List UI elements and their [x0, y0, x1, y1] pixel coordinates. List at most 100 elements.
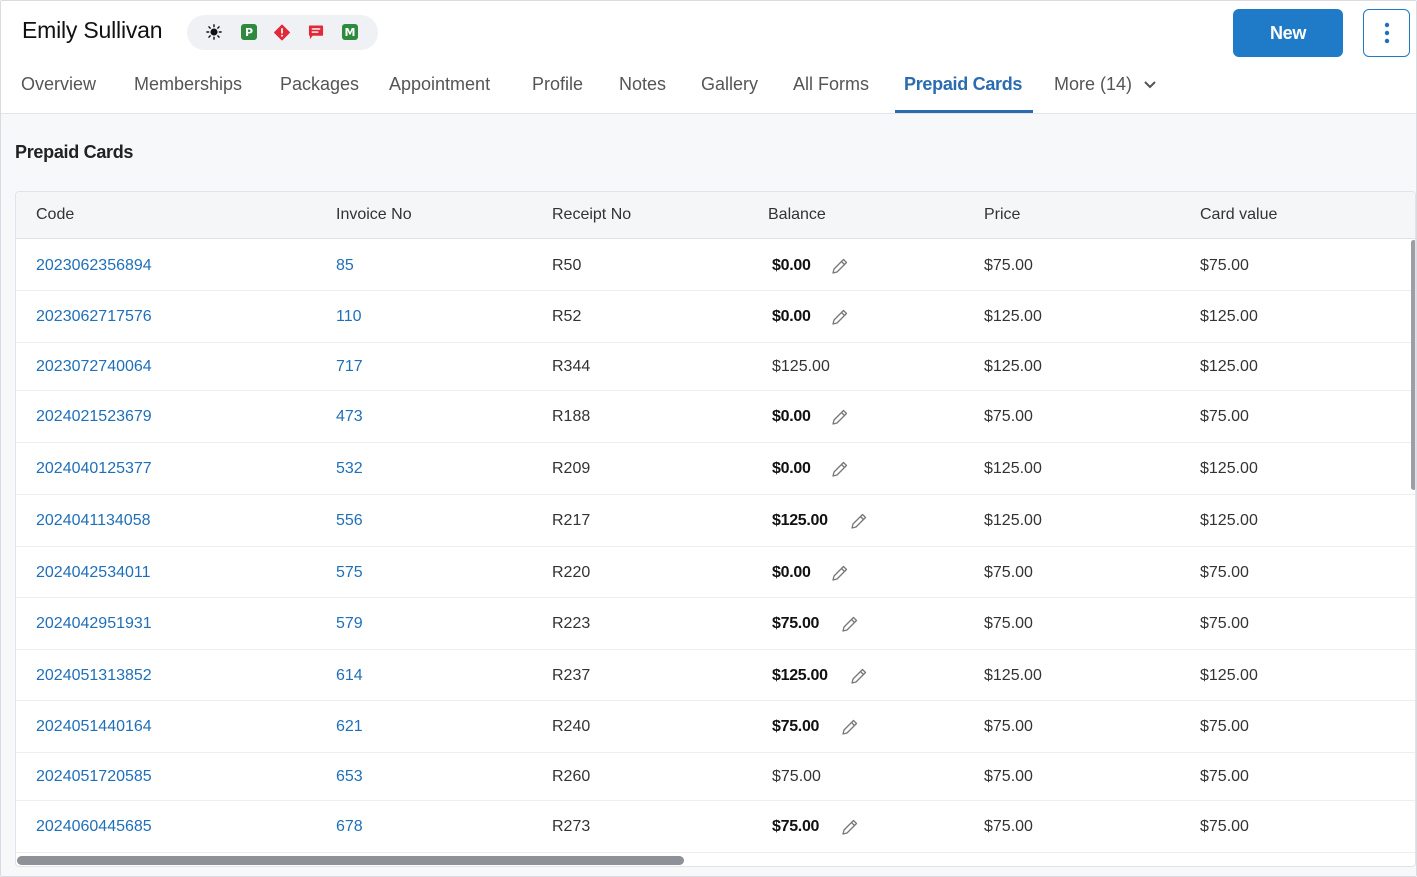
card-value: $75.00: [1200, 718, 1249, 735]
tab-packages[interactable]: Packages: [280, 74, 359, 95]
table-row: 2024021523679 473 R188 $0.00 $75.00 $75.00: [16, 391, 1415, 443]
column-header-balance[interactable]: Balance: [768, 206, 826, 224]
invoice-no-link[interactable]: 717: [336, 358, 363, 376]
card-code-link[interactable]: 2024021523679: [36, 408, 152, 426]
tab-notes[interactable]: Notes: [619, 74, 666, 95]
table-row: 2024040125377 532 R209 $0.00 $125.00 $125.00: [16, 443, 1415, 495]
table-row: 2023062356894 85 R50 $0.00 $75.00 $75.00: [16, 240, 1415, 291]
edit-balance-pencil-icon[interactable]: [830, 459, 850, 479]
receipt-no: R188: [552, 408, 591, 425]
table-row: 2024051440164 621 R240 $75.00 $75.00 $75.00: [16, 701, 1415, 753]
receipt-no: R344: [552, 358, 591, 375]
invoice-no-link[interactable]: 85: [336, 257, 354, 275]
card-code-link[interactable]: 2024041134058: [36, 512, 151, 530]
edit-balance-pencil-icon[interactable]: [830, 563, 850, 583]
column-header-price[interactable]: Price: [984, 206, 1020, 224]
invoice-no-link[interactable]: 473: [336, 408, 363, 426]
tab-overview[interactable]: Overview: [21, 74, 96, 95]
invoice-no-link[interactable]: 110: [336, 308, 362, 326]
tab-all-forms[interactable]: All Forms: [793, 74, 869, 95]
column-header-receipt-no[interactable]: Receipt No: [552, 206, 631, 224]
balance-value: $0.00: [772, 257, 811, 274]
customer-badges: P M: [187, 15, 378, 50]
m-badge-icon[interactable]: M: [342, 24, 358, 40]
price-value: $75.00: [984, 615, 1033, 632]
balance-value: $0.00: [772, 564, 811, 581]
price-value: $125.00: [984, 308, 1042, 325]
card-value: $125.00: [1200, 667, 1258, 684]
invoice-no-link[interactable]: 556: [336, 512, 363, 530]
invoice-no-link[interactable]: 579: [336, 615, 363, 633]
edit-balance-pencil-icon[interactable]: [849, 511, 869, 531]
receipt-no: R240: [552, 718, 591, 735]
message-icon[interactable]: [308, 24, 324, 40]
card-code-link[interactable]: 2024051720585: [36, 768, 152, 786]
table-row: 2024042951931 579 R223 $75.00 $75.00 $75.00: [16, 598, 1415, 650]
card-code-link[interactable]: 2024051313852: [36, 667, 152, 685]
card-code-link[interactable]: 2024042951931: [36, 615, 152, 633]
tab-profile[interactable]: Profile: [532, 74, 583, 95]
card-value: $75.00: [1200, 818, 1249, 835]
invoice-no-link[interactable]: 614: [336, 667, 363, 685]
tab-gallery[interactable]: Gallery: [701, 74, 758, 95]
card-value: $125.00: [1200, 308, 1258, 325]
card-code-link[interactable]: 2024040125377: [36, 460, 152, 478]
card-code-link[interactable]: 2024042534011: [36, 564, 151, 582]
table-header: Code Invoice No Receipt No Balance Price…: [16, 192, 1415, 239]
edit-balance-pencil-icon[interactable]: [830, 407, 850, 427]
edit-balance-pencil-icon[interactable]: [849, 666, 869, 686]
table-row: 2024041134058 556 R217 $125.00 $125.00 $125.0…: [16, 495, 1415, 547]
new-button[interactable]: New: [1233, 9, 1343, 57]
card-value: $75.00: [1200, 615, 1249, 632]
balance-value: $0.00: [772, 408, 811, 425]
card-code-link[interactable]: 2024051440164: [36, 718, 152, 736]
card-code-link[interactable]: 2024060445685: [36, 818, 152, 836]
invoice-no-link[interactable]: 621: [336, 718, 363, 736]
column-header-code[interactable]: Code: [36, 206, 74, 224]
column-header-card-value[interactable]: Card value: [1200, 206, 1277, 224]
receipt-no: R217: [552, 512, 591, 529]
receipt-no: R209: [552, 460, 591, 477]
tab-more[interactable]: More (14): [1054, 74, 1157, 95]
edit-balance-pencil-icon[interactable]: [840, 717, 860, 737]
tab-memberships[interactable]: Memberships: [134, 74, 242, 95]
vertical-dots-icon: [1384, 22, 1389, 44]
sun-icon[interactable]: [206, 24, 222, 40]
balance-value: $0.00: [772, 460, 811, 477]
customer-header: Emily Sullivan P M New Overview Membersh…: [1, 1, 1416, 114]
p-badge-icon[interactable]: P: [241, 24, 257, 40]
price-value: $75.00: [984, 718, 1033, 735]
card-value: $75.00: [1200, 564, 1249, 581]
tab-more-label: More (14): [1054, 74, 1133, 94]
receipt-no: R50: [552, 257, 582, 274]
price-value: $125.00: [984, 667, 1042, 684]
alert-icon[interactable]: [274, 24, 290, 40]
receipt-no: R220: [552, 564, 591, 581]
horizontal-scrollbar[interactable]: [16, 852, 1415, 866]
invoice-no-link[interactable]: 532: [336, 460, 363, 478]
edit-balance-pencil-icon[interactable]: [840, 817, 860, 837]
receipt-no: R52: [552, 308, 582, 325]
tab-bar: Overview Memberships Packages Appointmen…: [1, 66, 1201, 114]
invoice-no-link[interactable]: 653: [336, 768, 363, 786]
horizontal-scrollbar-thumb[interactable]: [17, 856, 684, 865]
invoice-no-link[interactable]: 575: [336, 564, 363, 582]
invoice-no-link[interactable]: 678: [336, 818, 363, 836]
card-value: $125.00: [1200, 358, 1258, 375]
table-row: 2024051313852 614 R237 $125.00 $125.00 $125.0…: [16, 650, 1415, 701]
price-value: $75.00: [984, 768, 1033, 785]
tab-prepaid-cards[interactable]: Prepaid Cards: [904, 74, 1022, 95]
balance-value: $125.00: [772, 512, 828, 529]
price-value: $125.00: [984, 460, 1042, 477]
column-header-invoice-no[interactable]: Invoice No: [336, 206, 412, 224]
more-actions-button[interactable]: [1363, 9, 1410, 57]
card-code-link[interactable]: 2023062356894: [36, 257, 152, 275]
edit-balance-pencil-icon[interactable]: [840, 614, 860, 634]
balance-value: $75.00: [772, 718, 820, 735]
edit-balance-pencil-icon[interactable]: [830, 256, 850, 276]
card-code-link[interactable]: 2023072740064: [36, 358, 152, 376]
card-code-link[interactable]: 2023062717576: [36, 308, 152, 326]
tab-appointment[interactable]: Appointment: [389, 74, 490, 95]
vertical-scrollbar[interactable]: [1411, 240, 1415, 490]
edit-balance-pencil-icon[interactable]: [830, 307, 850, 327]
